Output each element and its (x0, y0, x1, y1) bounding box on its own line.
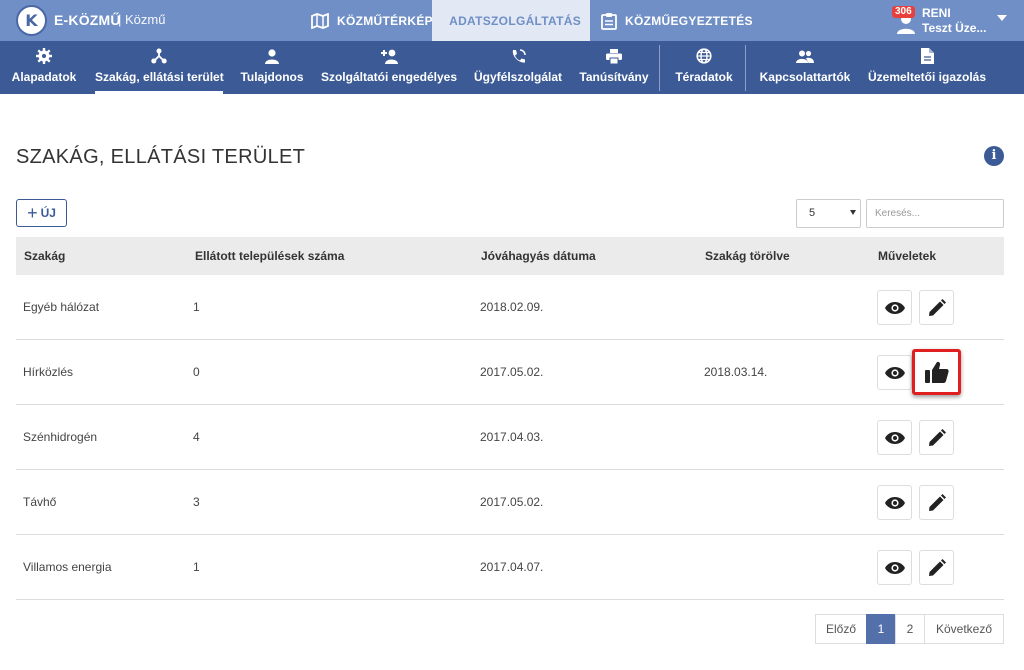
table-header: Szakág Ellátott települések száma Jóváha… (16, 237, 1004, 275)
topnav-kozmuterkep[interactable]: KÖZMŰTÉRKÉP (302, 0, 442, 41)
edit-button[interactable] (919, 290, 954, 325)
eye-icon (884, 301, 905, 314)
cell-szakag: Egyéb hálózat (23, 300, 100, 314)
edit-button[interactable] (919, 550, 954, 585)
topnav-label: ADATSZOLGÁLTATÁS (449, 13, 581, 28)
table-row: Villamos energia 1 2017.04.07. (16, 535, 1004, 600)
pagination-page-1[interactable]: 1 (866, 614, 896, 644)
page-size-select[interactable]: 5 (796, 199, 861, 228)
new-button[interactable]: + ÚJ (16, 199, 67, 227)
cell-count: 1 (193, 560, 200, 574)
tab-kapcsolattartok[interactable]: Kapcsolattartók (758, 41, 852, 94)
nav-divider (659, 45, 660, 91)
column-header: Műveletek (878, 249, 937, 263)
table-row: Egyéb hálózat 1 2018.02.09. (16, 275, 1004, 340)
phone-icon (509, 48, 527, 64)
cell-approved: 2017.04.07. (480, 560, 544, 574)
edit-button[interactable] (919, 485, 954, 520)
info-icon[interactable]: i (984, 146, 1004, 166)
user-icon (263, 48, 281, 64)
map-icon (311, 12, 329, 29)
user-menu[interactable]: 306 RENI Teszt Üze... (890, 4, 1020, 38)
user-plus-icon (380, 48, 398, 64)
user-org: Teszt Üze... (922, 21, 987, 35)
eye-icon (884, 496, 905, 509)
cell-count: 3 (193, 495, 200, 509)
tab-szakag[interactable]: Szakág, ellátási terület (95, 41, 224, 94)
tab-ugyfelszolgalat[interactable]: Ügyfélszolgálat (472, 41, 564, 94)
tab-tulajdonos[interactable]: Tulajdonos (240, 41, 304, 94)
approve-button[interactable] (912, 349, 961, 395)
page-title: SZAKÁG, ELLÁTÁSI TERÜLET (16, 146, 306, 168)
tab-uzemeltetoi-igazolas[interactable]: Üzemeltetői igazolás (866, 41, 988, 94)
cell-approved: 2017.04.03. (480, 430, 544, 444)
pencil-icon (928, 493, 946, 511)
cell-count: 4 (193, 430, 200, 444)
app-brand[interactable]: E-KÖZMŰ (54, 12, 121, 28)
app-brand-sub: | Közmű (118, 12, 166, 27)
nav-divider (745, 45, 746, 91)
user-name: RENI (922, 6, 951, 20)
notification-badge: 306 (892, 6, 915, 18)
edit-button[interactable] (919, 420, 954, 455)
eye-icon (884, 366, 905, 379)
pagination-page-2[interactable]: 2 (895, 614, 925, 644)
clipboard-icon (601, 12, 617, 30)
view-button[interactable] (877, 290, 912, 325)
view-button[interactable] (877, 355, 912, 390)
eye-icon (884, 431, 905, 444)
cell-approved: 2018.02.09. (480, 300, 544, 314)
pencil-icon (928, 558, 946, 576)
pagination-next[interactable]: Következő (924, 614, 1004, 644)
eye-icon (884, 561, 905, 574)
topnav-adatszolgaltatas[interactable]: ADATSZOLGÁLTATÁS (432, 0, 590, 41)
table-row: Távhő 3 2017.05.02. (16, 470, 1004, 535)
tab-tanusitvany[interactable]: Tanúsítvány (578, 41, 650, 94)
topnav-label: KÖZMŰTÉRKÉP (337, 13, 433, 28)
cell-count: 0 (193, 365, 200, 379)
sitemap-icon (150, 48, 168, 64)
cell-szakag: Hírközlés (23, 365, 74, 379)
column-header[interactable]: Jóváhagyás dátuma (481, 249, 596, 263)
view-button[interactable] (877, 420, 912, 455)
tab-alapadatok[interactable]: Alapadatok (8, 41, 80, 94)
cell-szakag: Szénhidrogén (23, 430, 98, 444)
pagination-prev[interactable]: Előző (815, 614, 867, 644)
app-logo[interactable]: K (16, 5, 47, 36)
thumbs-up-icon (924, 361, 949, 383)
cell-szakag: Villamos energia (23, 560, 112, 574)
chevron-down-icon (997, 15, 1007, 21)
globe-icon (695, 48, 713, 64)
document-icon (918, 48, 936, 64)
gear-icon (35, 48, 53, 64)
topnav-kozmuegyeztetes[interactable]: KÖZMŰEGYEZTETÉS (592, 0, 762, 41)
plus-icon: + (27, 203, 38, 223)
users-icon (796, 48, 814, 64)
cell-szakag: Távhő (23, 495, 57, 509)
section-nav: Alapadatok Szakág, ellátási terület Tula… (0, 41, 1024, 94)
pencil-icon (928, 428, 946, 446)
caret-down-icon (850, 210, 856, 215)
column-header[interactable]: Szakág törölve (705, 249, 790, 263)
table-row: Hírközlés 0 2017.05.02. 2018.03.14. (16, 340, 1004, 405)
table-row: Szénhidrogén 4 2017.04.03. (16, 405, 1004, 470)
search-input[interactable] (866, 199, 1004, 228)
view-button[interactable] (877, 550, 912, 585)
tab-teradatok[interactable]: Téradatok (672, 41, 736, 94)
printer-icon (605, 48, 623, 64)
topnav-label: KÖZMŰEGYEZTETÉS (625, 13, 753, 28)
active-tab-indicator (95, 91, 223, 94)
cell-deleted: 2018.03.14. (704, 365, 768, 379)
column-header[interactable]: Ellátott települések száma (195, 249, 344, 263)
top-bar: K E-KÖZMŰ | Közmű KÖZMŰTÉRKÉP ADATSZOLGÁ… (0, 0, 1024, 41)
tab-szolgaltatoi-engedelyes[interactable]: Szolgáltatói engedélyes (320, 41, 458, 94)
pencil-icon (928, 298, 946, 316)
cell-count: 1 (193, 300, 200, 314)
column-header[interactable]: Szakág (24, 249, 65, 263)
cell-approved: 2017.05.02. (480, 495, 544, 509)
cell-approved: 2017.05.02. (480, 365, 544, 379)
view-button[interactable] (877, 485, 912, 520)
